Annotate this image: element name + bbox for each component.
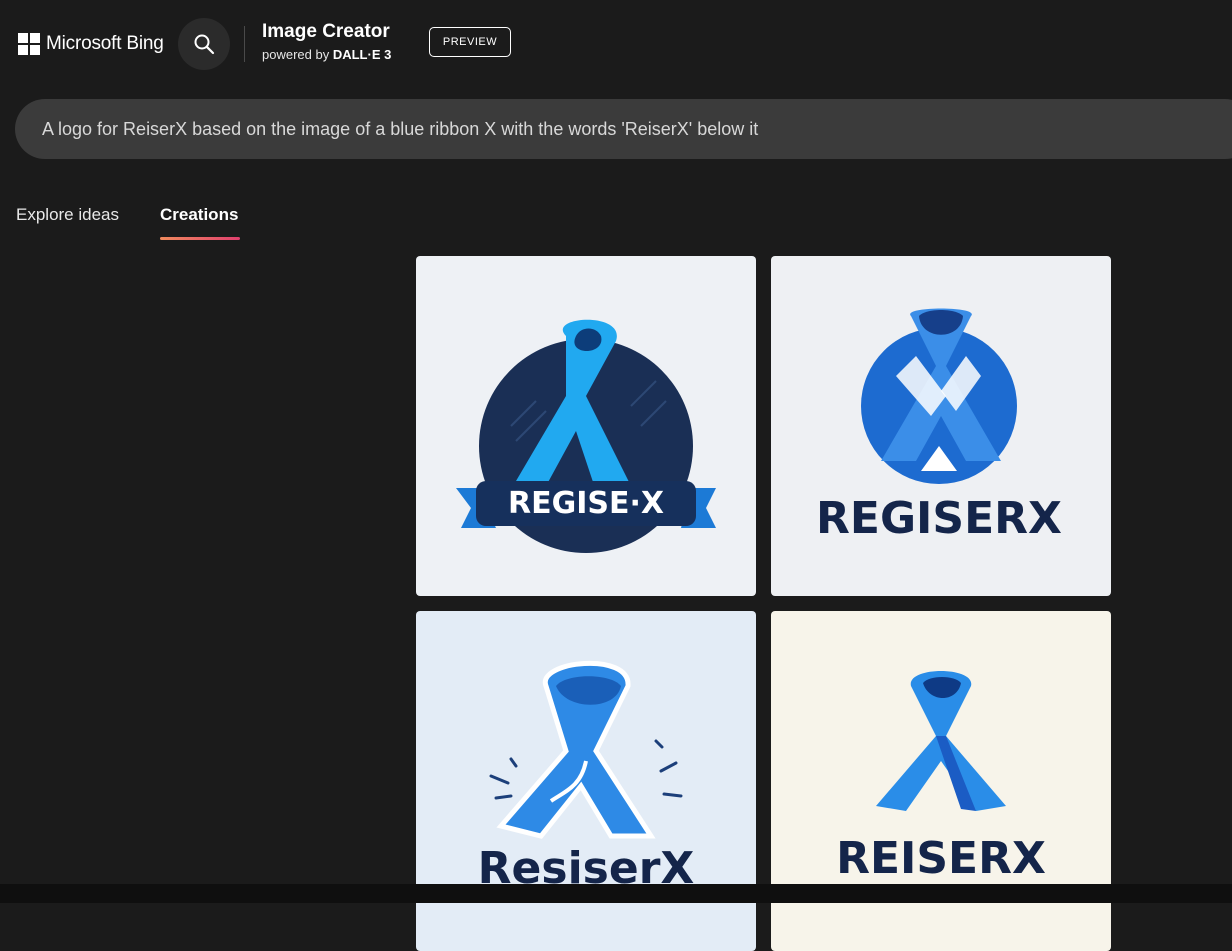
bottom-edge-strip [0, 884, 1232, 903]
logo-text: REGISE·X [508, 486, 664, 521]
preview-badge-button[interactable]: PREVIEW [429, 27, 511, 57]
powered-by-text: powered by DALL·E 3 [262, 47, 391, 62]
prompt-input[interactable]: A logo for ReiserX based on the image of… [15, 99, 1232, 159]
search-icon [194, 34, 215, 55]
ribbon-logo-image: REGISE·X [456, 319, 716, 553]
tab-creations[interactable]: Creations [160, 205, 238, 225]
logo-text: REISERX [836, 833, 1046, 884]
header-divider [244, 26, 245, 62]
model-name: DALL·E 3 [332, 47, 392, 62]
search-button[interactable] [178, 18, 230, 70]
prompt-text[interactable]: A logo for ReiserX based on the image of… [42, 119, 758, 140]
active-tab-indicator [160, 237, 240, 240]
microsoft-logo-icon [18, 33, 40, 55]
ribbon-logo-image: REGISERX [816, 308, 1062, 544]
microsoft-bing-home-link[interactable]: Microsoft Bing [18, 31, 164, 57]
generated-image-2[interactable]: REGISERX [771, 256, 1111, 596]
brand-name: Microsoft Bing [46, 33, 164, 54]
logo-text: REGISERX [816, 493, 1062, 544]
generated-image-1[interactable]: REGISE·X [416, 256, 756, 596]
top-bar: Microsoft Bing Image Creator powered by … [0, 0, 1232, 88]
app-title[interactable]: Image Creator [262, 21, 390, 43]
powered-by-prefix: powered by [262, 47, 330, 62]
tab-explore-ideas[interactable]: Explore ideas [16, 205, 119, 225]
